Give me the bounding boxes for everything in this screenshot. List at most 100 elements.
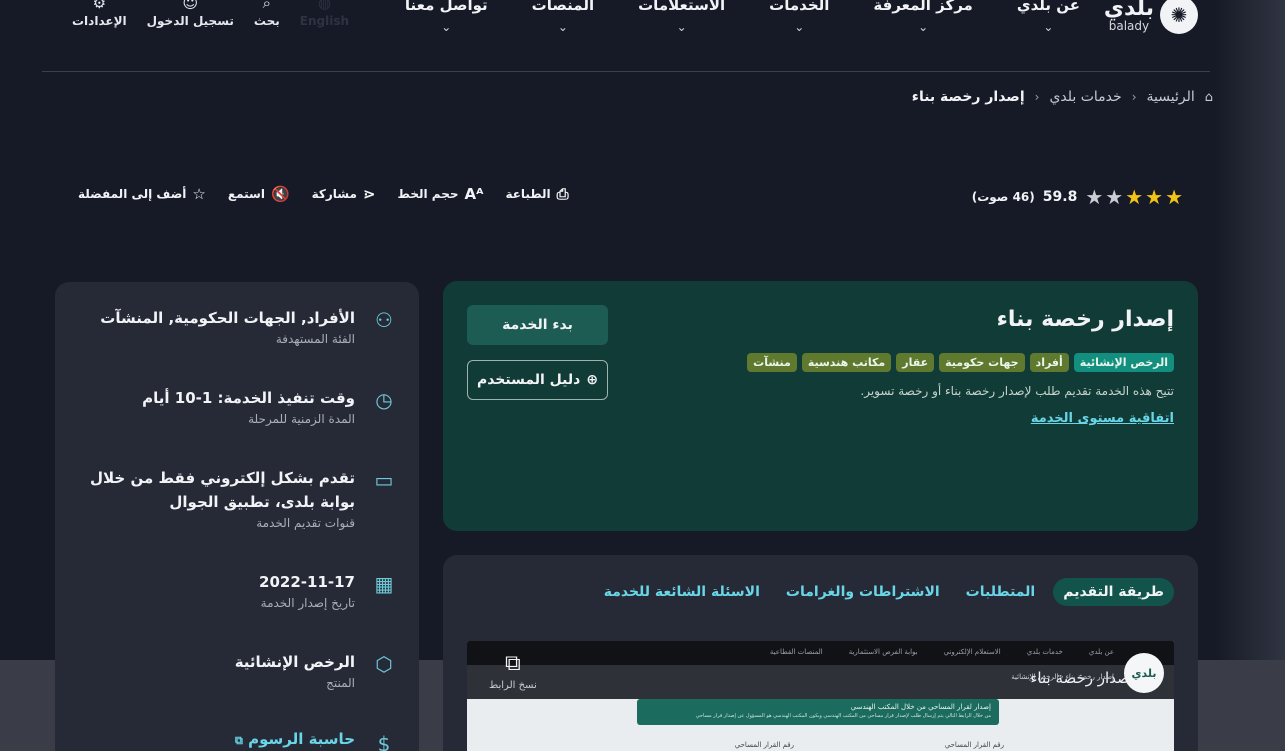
detail-duration: ◷ وقت تنفيذ الخدمة: 1-10 أيام المدة الزم… [75,386,397,426]
breadcrumb: ⌂ الرئيسية ‹ خدمات بلدي ‹ إصدار رخصة بنا… [912,89,1213,105]
chevron-down-icon: ⌄ [557,20,568,34]
print-button[interactable]: ⎙ الطباعة [505,185,568,203]
detail-texts: الرخص الإنشائية المنتج [75,650,355,690]
preview-nav-item: الاستعلام الإلكتروني [943,648,1001,656]
preview-nav: عن بلدي خدمات بلدي الاستعلام الإلكتروني … [770,648,1114,656]
nav-services-label: الخدمات [769,0,830,14]
download-icon: ⊕ [586,372,599,388]
printer-icon: ⎙ [556,185,569,203]
star-filled-icon[interactable]: ★ [1165,185,1183,209]
rating-stars[interactable]: ★ ★ ★ ★ ★ [1085,185,1183,209]
star-empty-icon[interactable]: ★ [1085,185,1103,209]
login-button[interactable]: ☺ تسجيل الدخول [147,0,234,28]
nav-knowledge-center[interactable]: مركز المعرفة ⌄ [873,0,972,34]
user-guide-button[interactable]: ⊕ دليل المستخدم [467,360,608,400]
detail-release-date: ▦ 2022-11-17 تاريخ إصدار الخدمة [75,570,397,610]
font-size-icon: Aᴬ [464,185,484,203]
breadcrumb-services[interactable]: خدمات بلدي [1049,89,1121,105]
nav-contact[interactable]: تواصل معنا ⌄ [405,0,488,34]
detail-value: الرخص الإنشائية [234,653,355,671]
nav-inquiries[interactable]: الاستعلامات ⌄ [638,0,725,34]
main-nav: عن بلدي ⌄ مركز المعرفة ⌄ الخدمات ⌄ الاستعلا… [361,0,1080,34]
nav-about[interactable]: عن بلدي ⌄ [1017,0,1080,34]
balady-logo[interactable]: ✺ بلدي balady [1104,0,1198,34]
detail-label: الفئة المستهدفة [275,332,355,346]
tab-conditions-fines[interactable]: الاشتراطات والغرامات [778,578,948,606]
tag: أفراد [1029,353,1069,372]
nav-contact-label: تواصل معنا [404,0,488,14]
start-service-button[interactable]: بدء الخدمة [467,305,608,345]
star-filled-icon[interactable]: ★ [1125,185,1143,209]
nav-about-label: عن بلدي [1016,0,1080,14]
detail-fee-calculator[interactable]: $ حاسبة الرسوم ⧉ [75,730,397,751]
breadcrumb-current: إصدار رخصة بناء [911,89,1025,105]
service-description: تتيح هذه الخدمة تقديم طلب لإصدار رخصة بن… [860,384,1174,398]
favorite-button[interactable]: ☆ أضف إلى المفضلة [78,185,206,203]
nav-knowledge-label: مركز المعرفة [873,0,973,14]
preview-logo: بلدي [1124,653,1164,693]
share-icon: ⋖ [362,185,376,203]
rating-score: 59.8 [1042,189,1078,205]
detail-label: المنتج [326,676,355,690]
home-icon[interactable]: ⌂ [1205,90,1213,105]
chevron-down-icon: ⌄ [676,20,687,34]
how-to-apply-video-preview[interactable]: عن بلدي خدمات بلدي الاستعلام الإلكتروني … [467,641,1174,751]
star-outline-icon: ☆ [192,185,206,203]
detail-texts: حاسبة الرسوم ⧉ [75,730,355,748]
copy-icon: ⧉ [505,651,521,676]
font-size-button[interactable]: Aᴬ حجم الخط [398,185,484,203]
service-tabs: طريقة التقديم المتطلبات الاشتراطات والغر… [596,578,1174,606]
nav-platforms[interactable]: المنصات ⌄ [532,0,594,34]
detail-channels: ▭ تقدم بشكل إلكتروني فقط من خلال بوابة ب… [75,466,397,530]
copy-link-button[interactable]: ⧉ نسخ الرابط [489,651,537,691]
chevron-down-icon: ⌄ [441,20,452,34]
preview-nav-item: خدمات بلدي [1026,648,1063,656]
detail-texts: 2022-11-17 تاريخ إصدار الخدمة [75,570,355,610]
preview-banner-subtitle: من خلال الرابط التالي يتم إرسال طلب لإصد… [695,713,991,719]
print-label: الطباعة [505,187,551,201]
detail-label: المدة الزمنية للمرحلة [248,412,355,426]
settings-button[interactable]: ⚙ الإعدادات [72,0,127,28]
font-size-label: حجم الخط [397,187,459,201]
globe-icon: ◍ [317,0,331,12]
detail-label: قنوات تقديم الخدمة [256,516,355,530]
search-button[interactable]: ⌕ بحث [254,0,280,28]
gear-icon: ⚙ [92,0,107,12]
service-tabs-card: طريقة التقديم المتطلبات الاشتراطات والغر… [443,555,1198,751]
star-filled-icon[interactable]: ★ [1145,185,1163,209]
language-label: English [299,14,350,28]
chevron-down-icon: ⌄ [918,20,929,34]
service-tags: الرخص الإنشائية أفراد جهات حكومية عقار م… [747,353,1174,372]
service-card: إصدار رخصة بناء الرخص الإنشائية أفراد جه… [443,281,1198,531]
tab-requirements[interactable]: المتطلبات [958,578,1044,606]
palm-logo-icon: ✺ [1160,0,1198,34]
nav-services[interactable]: الخدمات ⌄ [769,0,829,34]
breadcrumb-home[interactable]: الرئيسية [1147,89,1195,105]
tag: منشآت [747,353,797,372]
preview-nav-item: المنصات القطاعية [769,648,823,656]
top-header: ✺ بلدي balady عن بلدي ⌄ مركز المعرفة ⌄ الخ… [42,0,1210,72]
fee-calculator-label: حاسبة الرسوم [248,730,355,748]
share-button[interactable]: ⋖ مشاركة [312,185,376,203]
tab-how-to-apply[interactable]: طريقة التقديم [1053,578,1174,606]
start-service-label: بدء الخدمة [502,317,573,333]
tag: مكاتب هندسية [801,353,892,372]
user-icon: ⚇ [375,308,393,332]
tag: عقار [896,353,935,372]
service-rating: ★ ★ ★ ★ ★ 59.8 (46 صوت) [972,185,1183,209]
box-icon: ⬡ [375,652,393,676]
tab-faq[interactable]: الاسئلة الشائعة للخدمة [596,578,768,606]
page-actions: ☆ أضف إلى المفضلة 🔇 استمع ⋖ مشاركة Aᴬ حجم ال… [78,185,569,203]
user-icon: ☺ [182,0,199,12]
detail-label: تاريخ إصدار الخدمة [260,596,355,610]
detail-target-audience: ⚇ الأفراد, الجهات الحكومية, المنشآت الفئ… [75,306,397,346]
settings-label: الإعدادات [72,14,127,28]
sla-link[interactable]: اتفاقية مستوى الخدمة [1031,411,1174,426]
logo-arabic: بلدي [1103,0,1154,21]
language-button[interactable]: ◍ English [300,0,349,28]
star-empty-icon[interactable]: ★ [1105,185,1123,209]
calendar-icon: ▦ [374,572,394,596]
fee-calculator-link[interactable]: حاسبة الرسوم ⧉ [75,730,355,748]
listen-button[interactable]: 🔇 استمع [228,185,290,203]
detail-value: تقدم بشكل إلكتروني فقط من خلال بوابة بلد… [90,469,355,511]
